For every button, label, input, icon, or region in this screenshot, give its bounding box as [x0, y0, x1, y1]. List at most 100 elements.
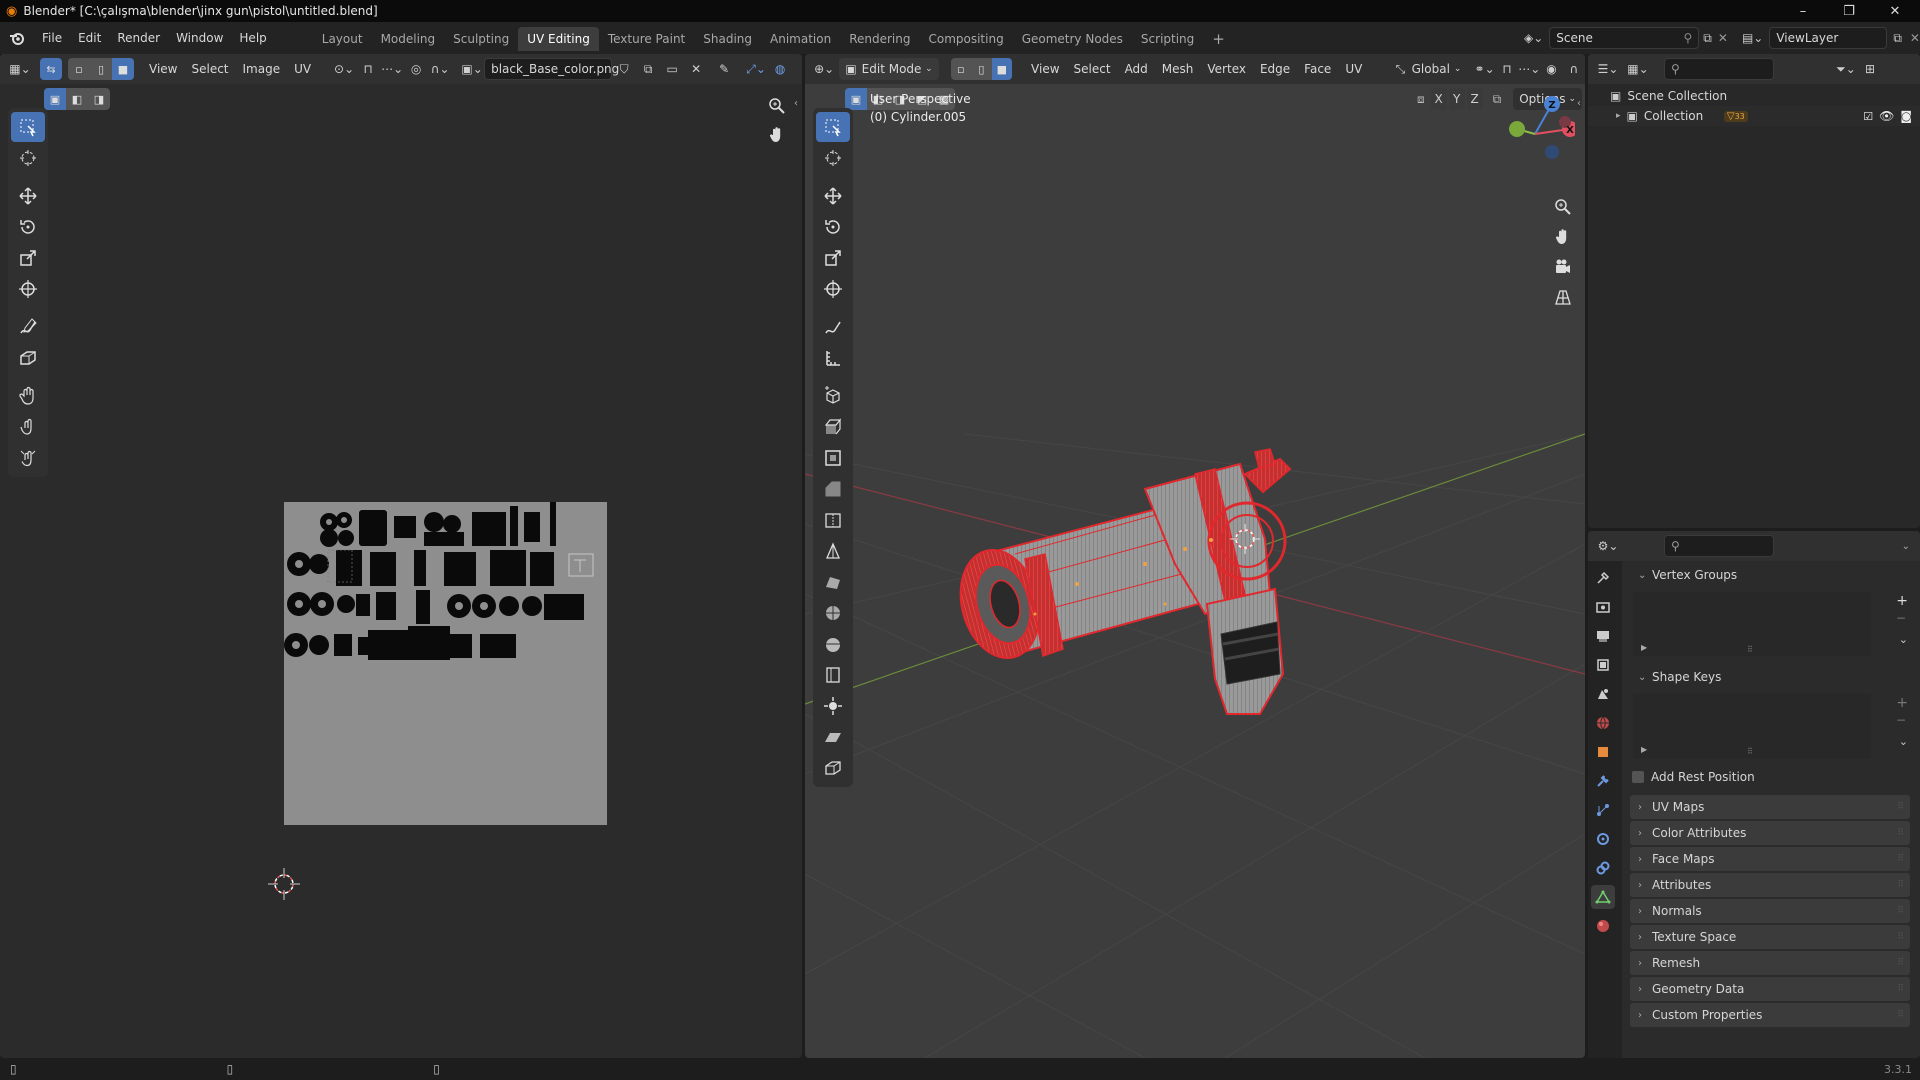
- relax-tool-icon[interactable]: [11, 412, 45, 442]
- proportional-falloff-icon[interactable]: ∩: [1563, 58, 1585, 80]
- gizmo-toggle-icon[interactable]: ⤢⌄: [744, 58, 768, 80]
- uv-menu-view[interactable]: View: [142, 62, 184, 76]
- poly-build-tool-icon[interactable]: [816, 567, 850, 597]
- image-selector[interactable]: black_Base_color.png: [484, 58, 619, 80]
- uv-menu-image[interactable]: Image: [236, 62, 288, 76]
- rip-tool-icon[interactable]: [11, 343, 45, 373]
- drag-handle-icon[interactable]: ⠿: [1897, 958, 1904, 968]
- uv-sync-icon[interactable]: ⇆: [40, 58, 62, 80]
- move-tool-icon[interactable]: [11, 181, 45, 211]
- tab-sculpting[interactable]: Sculpting: [444, 27, 518, 51]
- panel-vertex-groups[interactable]: ⌄ Vertex Groups: [1630, 563, 1910, 587]
- uv-menu-uv[interactable]: UV: [287, 62, 318, 76]
- edge-select-icon[interactable]: ▯: [90, 58, 112, 80]
- uv-menu-select[interactable]: Select: [184, 62, 235, 76]
- outliner-search-input[interactable]: ⚲: [1664, 58, 1774, 80]
- edge-mode-icon[interactable]: ▯: [971, 58, 991, 80]
- menu-edit[interactable]: Edit: [70, 22, 109, 54]
- bevel-tool-icon[interactable]: [816, 474, 850, 504]
- annotate-tool-icon[interactable]: [11, 312, 45, 342]
- outliner-collection[interactable]: ▸ ▣ Collection ▽ 33 ☑ 👁 ◙: [1588, 106, 1920, 126]
- panel-remesh[interactable]: › Remesh ⠿: [1630, 951, 1910, 975]
- scene-selector[interactable]: Scene ⚲: [1549, 27, 1700, 49]
- panel-color-attributes[interactable]: › Color Attributes ⠿: [1630, 821, 1910, 845]
- vp-pan-icon[interactable]: [1550, 224, 1576, 250]
- new-image-icon[interactable]: ⧉: [636, 58, 660, 80]
- mirror-x-toggle[interactable]: X: [1430, 88, 1447, 110]
- add-rest-position-row[interactable]: Add Rest Position: [1632, 767, 1910, 787]
- orientation-selector[interactable]: Global: [1412, 62, 1450, 76]
- transform-tool-icon[interactable]: [11, 274, 45, 304]
- snapping-icon[interactable]: ⊓: [1496, 58, 1518, 80]
- panel-texture-space[interactable]: › Texture Space ⠿: [1630, 925, 1910, 949]
- vertex-group-menu-icon[interactable]: ⌄: [1899, 633, 1908, 646]
- add-cube-tool-icon[interactable]: [816, 381, 850, 411]
- tab-animation[interactable]: Animation: [761, 27, 840, 51]
- select-subtract-icon[interactable]: ◨: [88, 88, 110, 110]
- vp-menu-vertex[interactable]: Vertex: [1200, 62, 1253, 76]
- vp-menu-view[interactable]: View: [1024, 62, 1066, 76]
- extrude-tool-icon[interactable]: [816, 412, 850, 442]
- uv-2d-cursor-icon[interactable]: [266, 866, 302, 902]
- vertex-select-icon[interactable]: ▫: [68, 58, 90, 80]
- snap-element-icon[interactable]: ⋯⌄: [1518, 58, 1540, 80]
- ortho-toggle-icon[interactable]: [1550, 284, 1576, 310]
- chevron-down-icon[interactable]: ⌄: [1902, 541, 1910, 552]
- mirror-y-toggle[interactable]: Y: [1448, 88, 1465, 110]
- drag-handle-icon[interactable]: ⠿: [1897, 984, 1904, 994]
- outliner-editor-type-icon[interactable]: ☰⌄: [1596, 58, 1620, 80]
- panel-shape-keys[interactable]: ⌄ Shape Keys: [1630, 665, 1910, 689]
- pin-image-icon[interactable]: ✎: [712, 58, 736, 80]
- expand-arrow-icon[interactable]: ▸: [1616, 111, 1621, 121]
- drag-handle-icon[interactable]: ⠿: [1897, 854, 1904, 864]
- vertex-groups-list[interactable]: ▶ ⠿: [1632, 591, 1872, 657]
- vp-zoom-icon[interactable]: [1550, 194, 1576, 220]
- vp-menu-edge[interactable]: Edge: [1253, 62, 1297, 76]
- grab-tool-icon[interactable]: [11, 381, 45, 411]
- inset-faces-tool-icon[interactable]: [816, 443, 850, 473]
- restore-button[interactable]: ❐: [1826, 0, 1872, 22]
- shape-keys-list[interactable]: ▶ ⠿: [1632, 693, 1872, 759]
- orientation-icon[interactable]: ⤡: [1389, 58, 1411, 80]
- tab-compositing[interactable]: Compositing: [919, 27, 1012, 51]
- remove-vertex-group-button[interactable]: −: [1896, 611, 1906, 625]
- proportional-edit-icon[interactable]: ◎: [404, 58, 428, 80]
- panel-uv-maps[interactable]: › UV Maps ⠿: [1630, 795, 1910, 819]
- navigation-gizmo[interactable]: Z X: [1495, 94, 1575, 174]
- menu-render[interactable]: Render: [109, 22, 168, 54]
- delete-scene-icon[interactable]: ✕: [1718, 31, 1728, 45]
- face-mode-icon[interactable]: ■: [991, 58, 1013, 80]
- fake-user-icon[interactable]: ⛉: [612, 58, 636, 80]
- panel-normals[interactable]: › Normals ⠿: [1630, 899, 1910, 923]
- tab-layout[interactable]: Layout: [313, 27, 372, 51]
- cursor-tool-icon[interactable]: [11, 143, 45, 173]
- vp-transform-tool-icon[interactable]: [816, 274, 850, 304]
- tab-uv-editing[interactable]: UV Editing: [518, 27, 599, 51]
- add-shape-key-button[interactable]: +: [1896, 695, 1908, 711]
- vp-scale-tool-icon[interactable]: [816, 243, 850, 273]
- scene-icon[interactable]: ◈⌄: [1524, 31, 1543, 45]
- menu-help[interactable]: Help: [231, 22, 274, 54]
- smooth-tool-icon[interactable]: [816, 629, 850, 659]
- pivot-point-icon[interactable]: ⚭⌄: [1473, 58, 1495, 80]
- pistol-mesh[interactable]: [945, 444, 1365, 774]
- gizmo-neg-z[interactable]: [1545, 145, 1559, 159]
- falloff-icon[interactable]: ∩⌄: [428, 58, 452, 80]
- drag-handle-icon[interactable]: ⠿: [1897, 906, 1904, 916]
- pan-icon[interactable]: [764, 122, 790, 148]
- 3d-viewport[interactable]: ⊕⌄ ▣ Edit Mode ⌄ ▫ ▯ ■ View Select Add M…: [805, 54, 1585, 1058]
- tab-texture-paint[interactable]: Texture Paint: [599, 27, 694, 51]
- knife-tool-icon[interactable]: [816, 536, 850, 566]
- vp-select-new-icon[interactable]: ▣: [845, 88, 867, 110]
- unlink-image-icon[interactable]: ✕: [684, 58, 708, 80]
- visibility-eye-icon[interactable]: 👁: [1879, 109, 1894, 123]
- exclude-checkbox[interactable]: ☑: [1863, 110, 1873, 123]
- collapse-arrow-icon[interactable]: ‹: [794, 98, 798, 109]
- tab-rendering[interactable]: Rendering: [840, 27, 919, 51]
- delete-view-layer-icon[interactable]: ✕: [1910, 31, 1920, 45]
- list-resize-handle-icon[interactable]: ⠿: [1747, 645, 1753, 654]
- uv-texture-image[interactable]: [284, 502, 607, 825]
- pinch-tool-icon[interactable]: [11, 443, 45, 473]
- vp-rotate-tool-icon[interactable]: [816, 212, 850, 242]
- add-rest-position-checkbox[interactable]: [1632, 771, 1644, 783]
